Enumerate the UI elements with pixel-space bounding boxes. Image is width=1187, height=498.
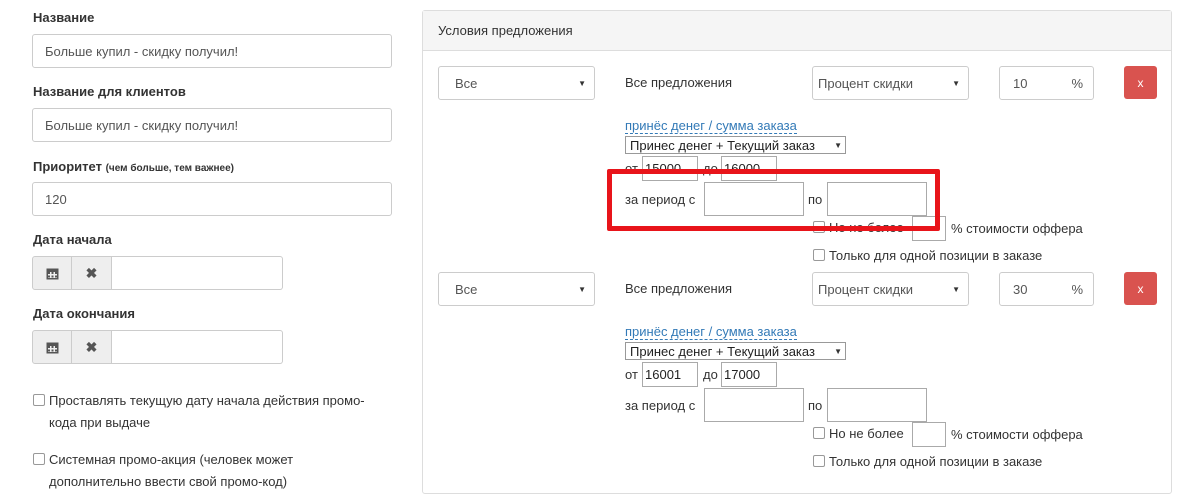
condition-2-to-label: до (703, 367, 718, 382)
condition-1-criteria-value: Принес денег + Текущий заказ (630, 137, 815, 153)
condition-2-not-more-checkbox[interactable] (813, 427, 825, 439)
condition-2-discount-type-select[interactable]: Процент скидки ▼ (812, 272, 969, 306)
condition-1-single-position-option: Только для одной позиции в заказе (813, 245, 1042, 267)
condition-2-period-from-input[interactable] (704, 388, 804, 422)
condition-1-remove-button[interactable]: x (1124, 66, 1157, 99)
end-date-calendar-button[interactable] (32, 330, 72, 364)
condition-1-discount-type-value: Процент скидки (818, 75, 914, 91)
set-start-date-label: Проставлять текущую дату начала действия… (49, 393, 365, 430)
condition-2-not-more-option: Но не более (813, 423, 904, 445)
client-name-input[interactable]: Больше купил - скидку получил! (32, 108, 392, 142)
caret-down-icon: ▼ (578, 78, 586, 88)
close-icon: ✖ (85, 338, 98, 355)
condition-2-offers-text: Все предложения (625, 281, 733, 296)
condition-1-percent-sign: % (1071, 75, 1083, 91)
condition-1-scope-value: Все (455, 75, 478, 91)
name-label: Название (33, 10, 95, 25)
condition-2-period-label: за период с (625, 398, 696, 413)
condition-2-single-position-option: Только для одной позиции в заказе (813, 451, 1042, 473)
condition-2-scope-select[interactable]: Все ▼ (438, 272, 595, 306)
end-date-input[interactable] (112, 330, 283, 364)
start-date-group: ✖ (32, 256, 283, 290)
close-icon: ✖ (85, 264, 98, 281)
condition-2-from-label: от (625, 367, 638, 382)
condition-2-period-to-input[interactable] (827, 388, 927, 422)
priority-input[interactable]: 120 (32, 182, 392, 216)
start-date-input[interactable] (112, 256, 283, 290)
calendar-icon (46, 342, 58, 353)
condition-2-single-position-checkbox[interactable] (813, 455, 825, 467)
panel-title: Условия предложения (423, 11, 1171, 51)
condition-1-discount-value: 10 (1013, 75, 1028, 91)
condition-2-discount-input[interactable]: 30 % (999, 272, 1094, 306)
caret-down-icon: ▼ (578, 284, 586, 294)
condition-2-single-position-label: Только для одной позиции в заказе (829, 454, 1043, 469)
end-date-group: ✖ (32, 330, 283, 364)
caret-down-icon: ▼ (952, 78, 960, 88)
condition-1-single-position-checkbox[interactable] (813, 249, 825, 261)
condition-1-single-position-label: Только для одной позиции в заказе (829, 248, 1043, 263)
end-date-clear-button[interactable]: ✖ (72, 330, 112, 364)
condition-2-discount-value: 30 (1013, 281, 1028, 297)
condition-1-criteria-select[interactable]: Принес денег + Текущий заказ ▼ (625, 136, 846, 154)
condition-1-offers-text: Все предложения (625, 75, 733, 90)
condition-1-cost-label: % стоимости оффера (951, 221, 1083, 236)
system-promo-option: Системная промо-акция (человек может доп… (33, 449, 333, 493)
condition-1-scope-select[interactable]: Все ▼ (438, 66, 595, 100)
set-start-date-checkbox[interactable] (33, 394, 45, 406)
start-date-clear-button[interactable]: ✖ (72, 256, 112, 290)
condition-2-to-input[interactable]: 17000 (721, 362, 777, 387)
condition-2-not-more-label: Но не более (829, 426, 904, 441)
caret-down-icon: ▼ (834, 140, 842, 150)
priority-label: Приоритет (чем больше, тем важнее) (33, 159, 234, 174)
set-start-date-option: Проставлять текущую дату начала действия… (33, 390, 383, 434)
start-date-label: Дата начала (33, 232, 112, 247)
condition-2-discount-type-value: Процент скидки (818, 281, 914, 297)
condition-2-not-more-input[interactable] (912, 422, 946, 447)
condition-2-percent-sign: % (1071, 281, 1083, 297)
start-date-calendar-button[interactable] (32, 256, 72, 290)
end-date-label: Дата окончания (33, 306, 135, 321)
condition-2-scope-value: Все (455, 281, 478, 297)
condition-2-remove-button[interactable]: x (1124, 272, 1157, 305)
system-promo-label: Системная промо-акция (человек может доп… (49, 452, 294, 489)
calendar-icon (46, 268, 58, 279)
condition-2-criteria-link[interactable]: принёс денег / сумма заказа (625, 324, 797, 340)
client-name-label: Название для клиентов (33, 84, 186, 99)
priority-label-text: Приоритет (33, 159, 102, 174)
system-promo-checkbox[interactable] (33, 453, 45, 465)
name-input[interactable]: Больше купил - скидку получил! (32, 34, 392, 68)
caret-down-icon: ▼ (834, 346, 842, 356)
caret-down-icon: ▼ (952, 284, 960, 294)
condition-2-cost-label: % стоимости оффера (951, 427, 1083, 442)
condition-1-criteria-link[interactable]: принёс денег / сумма заказа (625, 118, 797, 134)
condition-2-criteria-select[interactable]: Принес денег + Текущий заказ ▼ (625, 342, 846, 360)
condition-1-discount-type-select[interactable]: Процент скидки ▼ (812, 66, 969, 100)
highlight-box (607, 169, 940, 231)
condition-2-period-to-label: по (808, 398, 823, 413)
priority-hint: (чем больше, тем важнее) (105, 163, 234, 174)
condition-2-from-input[interactable]: 16001 (642, 362, 698, 387)
condition-1-discount-input[interactable]: 10 % (999, 66, 1094, 100)
condition-2-criteria-value: Принес денег + Текущий заказ (630, 343, 815, 359)
